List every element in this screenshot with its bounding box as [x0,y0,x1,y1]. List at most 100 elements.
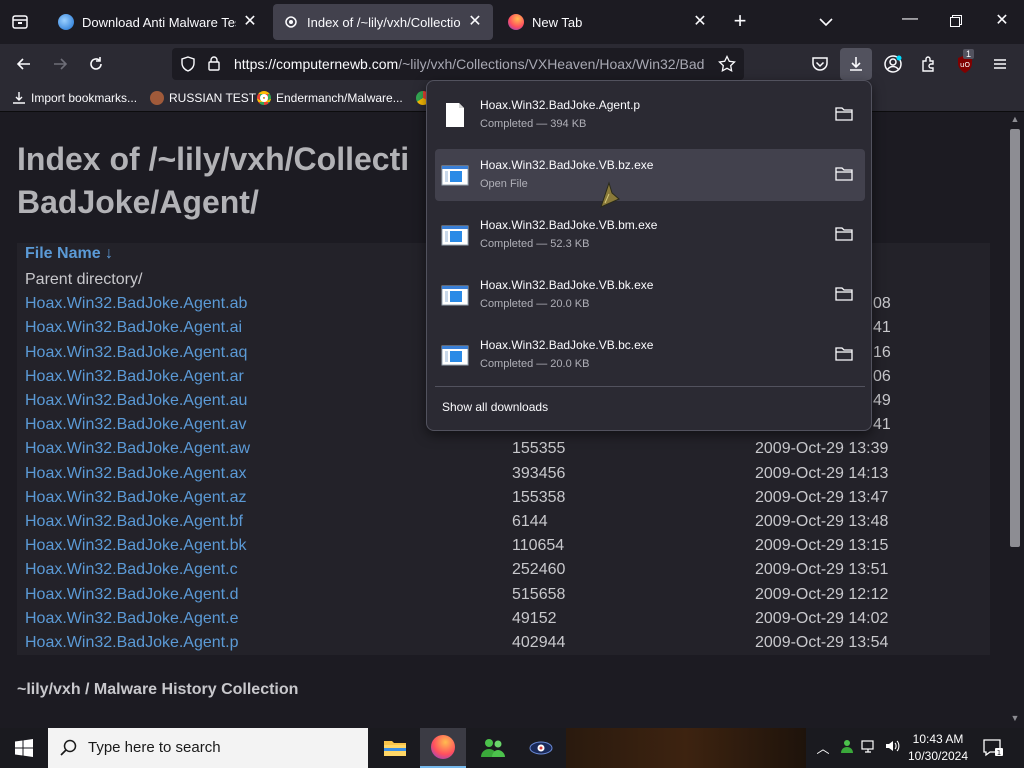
account-icon [884,55,902,73]
bookmark-endermanch[interactable]: Endermanch/Malware... [257,89,403,107]
bookmark-russian-test[interactable]: RUSSIAN TEST [150,89,256,107]
extensions-button[interactable] [917,52,941,76]
downloads-panel: Hoax.Win32.BadJoke.Agent.p Completed — 39… [426,80,872,431]
file-date: 2009-Oct-29 14:02 [755,609,889,627]
file-link[interactable]: Hoax.Win32.BadJoke.Agent.az [25,489,246,507]
reload-button[interactable] [84,52,108,76]
download-item[interactable]: Hoax.Win32.BadJoke.VB.bk.exe Completed — … [435,269,865,321]
table-row: Hoax.Win32.BadJoke.Agent.d 515658 2009-Oct… [17,584,990,608]
table-row: Hoax.Win32.BadJoke.Agent.ax 393456 2009-Oc… [17,463,990,487]
search-placeholder: Type here to search [88,739,221,756]
navigation-toolbar: https://computernewb.com/~lily/vxh/Colle… [0,44,1024,84]
url-text[interactable]: https://computernewb.com/~lily/vxh/Colle… [234,56,716,72]
show-all-downloads-button[interactable]: Show all downloads [442,400,548,414]
firefox-view-icon [12,15,28,29]
file-link[interactable]: Hoax.Win32.BadJoke.Agent.ar [25,368,244,386]
tab-new-tab[interactable]: New Tab ✕ [498,4,718,40]
file-link[interactable]: Hoax.Win32.BadJoke.Agent.av [25,416,246,434]
file-size: 402944 [512,634,566,651]
file-link[interactable]: Hoax.Win32.BadJoke.Agent.aw [25,440,250,458]
download-status: Completed — 52.3 KB [480,238,590,250]
people-tray-icon[interactable] [838,738,856,758]
scroll-up-arrow-icon[interactable]: ▲ [1010,114,1020,124]
eye-app-taskbar-button[interactable] [518,728,564,768]
bookmark-star-icon[interactable] [718,54,736,78]
show-hidden-icons-chevron-icon[interactable]: ︿ [814,738,832,758]
mouse-cursor-icon [600,181,620,208]
eye-icon [529,741,553,755]
show-in-folder-icon[interactable] [835,286,853,302]
file-size: 515658 [512,585,566,603]
download-filename: Hoax.Win32.BadJoke.Agent.p [480,98,641,112]
show-in-folder-icon[interactable] [835,106,853,122]
table-row: Hoax.Win32.BadJoke.Agent.p 402944 2009-Oct… [17,632,990,656]
file-link[interactable]: Hoax.Win32.BadJoke.Agent.d [25,586,238,604]
list-all-tabs-button[interactable] [816,12,836,32]
people-app-taskbar-button[interactable] [470,728,516,768]
back-button[interactable] [12,52,36,76]
file-link[interactable]: Hoax.Win32.BadJoke.Agent.bf [25,513,243,531]
file-link[interactable]: Hoax.Win32.BadJoke.Agent.e [25,610,238,628]
download-item[interactable]: Hoax.Win32.BadJoke.VB.bz.exe Open File [435,149,865,201]
tab-index-of[interactable]: Index of /~lily/vxh/Collections/ ✕ [273,4,493,40]
lock-icon[interactable] [207,55,221,76]
download-item[interactable]: Hoax.Win32.BadJoke.VB.bc.exe Completed — … [435,329,865,381]
show-in-folder-icon[interactable] [835,226,853,242]
forward-button[interactable] [48,52,72,76]
scroll-down-arrow-icon[interactable]: ▼ [1010,713,1020,723]
file-link[interactable]: Hoax.Win32.BadJoke.Agent.p [25,634,238,652]
tab-close-icon[interactable]: ✕ [467,14,483,30]
svg-text:uO: uO [960,61,970,69]
reload-icon [90,57,102,70]
new-tab-button[interactable]: + [728,10,752,34]
maximize-button[interactable] [944,10,968,34]
close-window-button[interactable]: ✕ [990,10,1014,34]
system-clock[interactable]: 10:43 AM 10/30/2024 [900,731,976,765]
account-button[interactable] [881,52,905,76]
file-explorer-taskbar-button[interactable] [372,728,418,768]
network-icon[interactable] [860,738,878,758]
file-link[interactable]: Hoax.Win32.BadJoke.Agent.c [25,561,238,579]
tab-close-icon[interactable]: ✕ [242,14,258,30]
page-title-line1: Index of /~lily/vxh/Collecti [17,141,410,177]
taskbar-search-box[interactable]: Type here to search [48,728,368,768]
file-link[interactable]: Hoax.Win32.BadJoke.Agent.ax [25,465,246,483]
windows-taskbar: Type here to search ︿ 10:43 AM 10/30/202… [0,728,1024,768]
download-item[interactable]: Hoax.Win32.BadJoke.VB.bm.exe Completed — … [435,209,865,261]
bookmark-label: Endermanch/Malware... [276,91,403,105]
file-link[interactable]: Hoax.Win32.BadJoke.Agent.ai [25,319,242,337]
firefox-logo-icon [508,14,524,30]
tracking-protection-shield-icon[interactable] [180,56,196,77]
start-button[interactable] [0,728,48,768]
tab-close-icon[interactable]: ✕ [692,14,708,30]
scroll-thumb[interactable] [1010,129,1020,547]
show-in-folder-icon[interactable] [835,346,853,362]
notification-center-button[interactable]: 1 [982,738,1004,758]
firefox-taskbar-button[interactable] [420,728,466,768]
ublock-origin-button[interactable]: uO 1 [953,49,977,76]
minimize-button[interactable]: — [898,10,922,34]
download-filename: Hoax.Win32.BadJoke.VB.bz.exe [480,158,654,172]
tab-antimalware[interactable]: Download Anti Malware Testfile ✕ [48,4,268,40]
file-link[interactable]: Hoax.Win32.BadJoke.Agent.ab [25,295,247,313]
show-in-folder-icon[interactable] [835,166,853,182]
page-scrollbar[interactable]: ▲ ▼ [1006,112,1024,727]
pocket-button[interactable] [808,52,832,76]
file-name-column-header[interactable]: File Name ↓ [25,245,113,263]
download-item[interactable]: Hoax.Win32.BadJoke.Agent.p Completed — 39… [435,89,865,141]
bookmark-import[interactable]: Import bookmarks... [12,89,137,107]
downloads-button[interactable] [840,48,872,80]
file-link[interactable]: Hoax.Win32.BadJoke.Agent.au [25,392,247,410]
firefox-view-button[interactable] [6,8,34,36]
tab-title: Download Anti Malware Testfile [82,14,236,30]
file-link[interactable]: Hoax.Win32.BadJoke.Agent.bk [25,537,246,555]
file-date: 2009-Oct-29 13:51 [755,561,889,579]
parent-directory-link[interactable]: Parent directory/ [25,271,142,289]
app-menu-button[interactable] [988,52,1012,76]
table-row: Hoax.Win32.BadJoke.Agent.az 155358 2009-Oc… [17,487,990,511]
taskbar-wallpaper-area [566,728,806,768]
url-bar[interactable]: https://computernewb.com/~lily/vxh/Colle… [172,48,744,80]
file-size: 155355 [512,440,566,458]
file-link[interactable]: Hoax.Win32.BadJoke.Agent.aq [25,344,247,362]
volume-icon[interactable] [883,738,901,758]
